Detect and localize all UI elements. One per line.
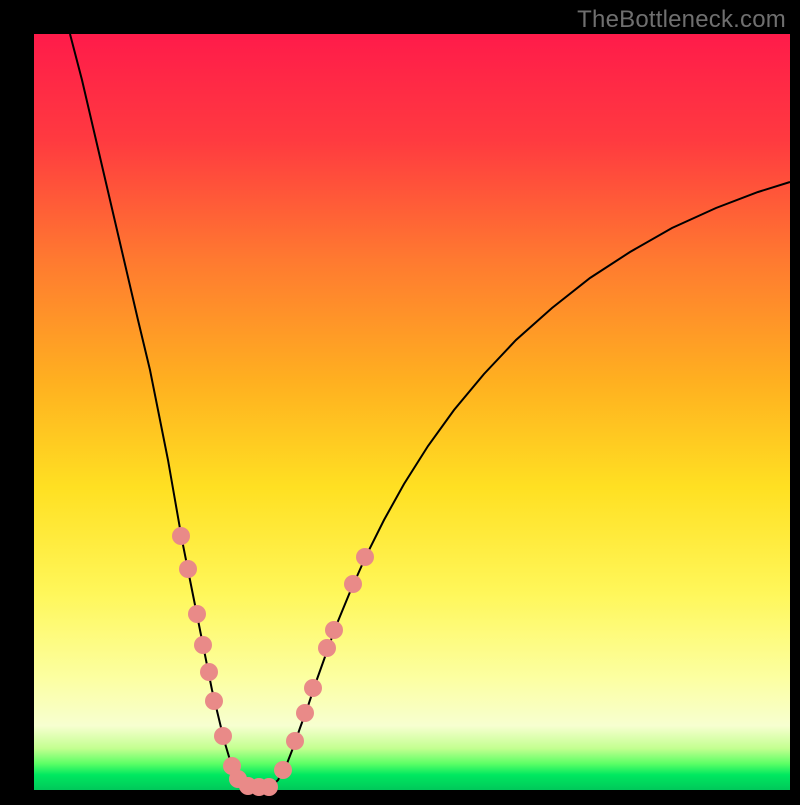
marker-dot <box>194 636 212 654</box>
marker-dot <box>260 778 278 796</box>
plot-background <box>34 34 790 790</box>
outer-frame: TheBottleneck.com <box>0 0 800 800</box>
marker-dot <box>296 704 314 722</box>
marker-dot <box>205 692 223 710</box>
marker-dot <box>325 621 343 639</box>
chart-canvas <box>0 0 800 800</box>
marker-dot <box>214 727 232 745</box>
marker-dot <box>344 575 362 593</box>
marker-dot <box>356 548 374 566</box>
marker-dot <box>286 732 304 750</box>
marker-dot <box>179 560 197 578</box>
marker-dot <box>274 761 292 779</box>
marker-dot <box>172 527 190 545</box>
marker-dot <box>304 679 322 697</box>
marker-dot <box>200 663 218 681</box>
marker-dot <box>318 639 336 657</box>
watermark-text: TheBottleneck.com <box>577 6 786 34</box>
marker-dot <box>188 605 206 623</box>
